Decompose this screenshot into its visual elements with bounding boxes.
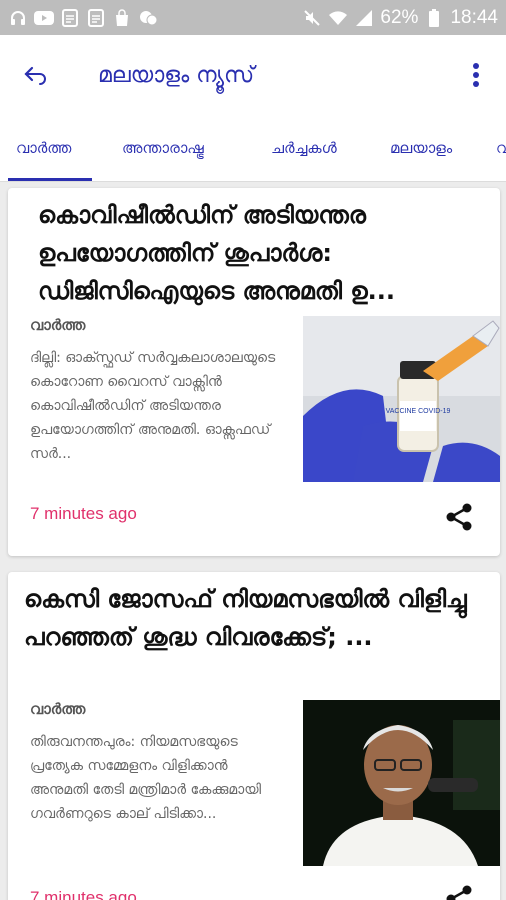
back-button[interactable]	[0, 35, 70, 115]
system-status: 62% 18:44	[302, 7, 498, 29]
article-body: വാർത്ത തിരുവനന്തപുരം: നിയമസഭയുടെ പ്രത്യേ…	[8, 700, 500, 870]
clock: 18:44	[450, 6, 498, 28]
article-card[interactable]: കൊവിഷീൽഡിന് അടിയന്തര ഉപയോഗത്തിന് ശുപാർശ:…	[8, 188, 500, 556]
signal-icon	[354, 8, 374, 28]
tab-malayalam[interactable]: മലയാളം	[390, 115, 452, 181]
chat-icon	[138, 8, 158, 28]
share-icon	[446, 885, 472, 900]
article-title[interactable]: കെസി ജോസഫ് നിയമസഭയിൽ വിളിച്ചു പറഞ്ഞത് ശു…	[8, 572, 500, 656]
article-category: വാർത്ത	[30, 316, 86, 334]
article-card[interactable]: കെസി ജോസഫ് നിയമസഭയിൽ വിളിച്ചു പറഞ്ഞത് ശു…	[8, 572, 500, 900]
battery-percentage: 62%	[380, 6, 419, 28]
headset-icon	[8, 8, 28, 28]
shopping-bag-icon	[112, 8, 132, 28]
portrait-image	[303, 700, 500, 866]
more-vert-icon	[473, 63, 479, 87]
article-snippet: തിരുവനന്തപുരം: നിയമസഭയുടെ പ്രത്യേക സമ്മേ…	[30, 734, 262, 822]
tab-next[interactable]: വ	[496, 115, 506, 181]
article-snippet: ദില്ലി: ഓക്സ്ഫഡ് സർവ്വകലാശാലയുടെ കൊറോണ വ…	[30, 350, 276, 462]
battery-icon	[424, 8, 444, 28]
vial-label: VACCINE COVID-19	[386, 408, 451, 415]
article-category: വാർത്ത	[30, 700, 86, 718]
wifi-icon	[328, 8, 348, 28]
share-button[interactable]	[442, 882, 476, 900]
article-thumbnail[interactable]: VACCINE COVID-19	[303, 316, 500, 482]
category-tabs: വാർത്ത അന്താരാഷ്ട്ര ചർച്ചകൾ മലയാളം വ	[0, 115, 506, 182]
article-time: 7 minutes ago	[30, 504, 137, 523]
vaccine-vial-image: VACCINE COVID-19	[303, 316, 500, 482]
back-arrow-icon	[24, 66, 46, 85]
tab-discussions[interactable]: ചർച്ചകൾ	[271, 115, 337, 181]
share-icon	[446, 503, 472, 531]
tab-international[interactable]: അന്താരാഷ്ട്ര	[122, 115, 204, 181]
share-button[interactable]	[442, 500, 476, 534]
document-icon	[60, 8, 80, 28]
overflow-menu-button[interactable]	[446, 35, 506, 115]
tab-news[interactable]: വാർത്ത	[16, 115, 71, 181]
active-tab-indicator	[8, 178, 92, 181]
mute-icon	[302, 8, 322, 28]
notification-icons	[8, 8, 158, 28]
document-icon-2	[86, 8, 106, 28]
article-title[interactable]: കൊവിഷീൽഡിന് അടിയന്തര ഉപയോഗത്തിന് ശുപാർശ:…	[8, 188, 500, 310]
app-bar: മലയാളം ന്യൂസ്	[0, 35, 506, 115]
youtube-icon	[34, 8, 54, 28]
article-body: വാർത്ത ദില്ലി: ഓക്സ്ഫഡ് സർവ്വകലാശാലയുടെ …	[8, 316, 500, 486]
status-bar: 62% 18:44	[0, 0, 506, 35]
article-time: 7 minutes ago	[30, 888, 137, 900]
article-thumbnail[interactable]	[303, 700, 500, 866]
app-title: മലയാളം ന്യൂസ്	[98, 62, 255, 88]
